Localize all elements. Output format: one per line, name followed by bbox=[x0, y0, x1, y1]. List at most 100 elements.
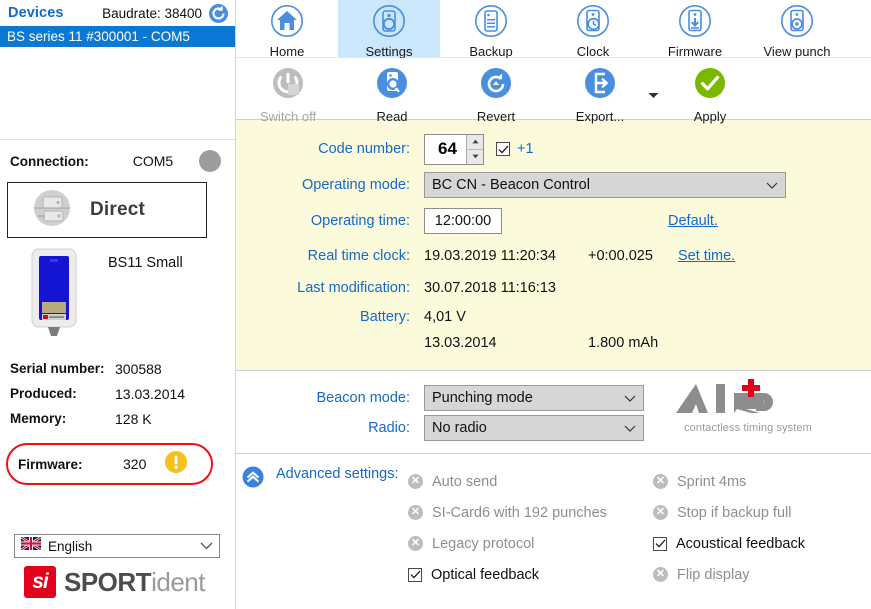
advanced-option-sprint-4ms[interactable]: ✕ Sprint 4ms bbox=[653, 466, 805, 497]
devices-sidebar: Devices Baudrate: 38400 BS series 11 #30… bbox=[0, 0, 236, 609]
code-number-increment[interactable] bbox=[467, 134, 483, 149]
beacon-panel: Beacon mode: Punching mode Radio: No rad… bbox=[236, 371, 871, 454]
real-time-clock-offset: +0:00.025 bbox=[588, 248, 653, 264]
advanced-settings-label: Advanced settings: bbox=[276, 466, 399, 482]
field-operating-time: Operating time: 12:00:00 Default. bbox=[236, 205, 871, 237]
disabled-x-icon: ✕ bbox=[408, 505, 423, 520]
action-switch-off-label: Switch off bbox=[259, 109, 317, 124]
chevron-down-icon bbox=[624, 390, 636, 406]
connection-row: Connection: COM5 bbox=[0, 140, 235, 176]
operating-mode-label: Operating mode: bbox=[301, 177, 410, 193]
action-export-label: Export... bbox=[575, 109, 625, 124]
direct-connection-button[interactable]: Direct bbox=[7, 182, 207, 238]
radio-select[interactable]: No radio bbox=[424, 415, 644, 441]
disabled-x-icon: ✕ bbox=[408, 536, 423, 551]
action-apply-label: Apply bbox=[693, 109, 727, 124]
checkbox-checked-icon[interactable] bbox=[653, 536, 667, 551]
primary-toolbar: Home Settings Backup Clock Firmware View… bbox=[236, 0, 871, 59]
wordmark-light: ident bbox=[151, 566, 205, 597]
advanced-column-right: ✕ Sprint 4ms ✕ Stop if backup full Acous… bbox=[653, 466, 805, 590]
advanced-option-auto-send[interactable]: ✕ Auto send bbox=[408, 466, 653, 497]
advanced-option-label: Flip display bbox=[677, 566, 750, 583]
advanced-option-optical-feedback[interactable]: Optical feedback bbox=[408, 559, 653, 590]
home-icon bbox=[270, 4, 304, 43]
firmware-version: 320 bbox=[123, 456, 147, 472]
action-switch-off[interactable]: Switch off bbox=[236, 58, 340, 124]
settings-station-icon bbox=[372, 4, 406, 43]
baudrate-label: Baudrate: 38400 bbox=[102, 5, 202, 21]
advanced-option-label: Legacy protocol bbox=[432, 535, 535, 552]
beacon-mode-value: Punching mode bbox=[432, 390, 533, 406]
plus-one-checkbox[interactable] bbox=[496, 142, 510, 156]
field-battery: Battery: 4,01 V bbox=[236, 304, 871, 330]
device-model-name: BS11 Small bbox=[108, 255, 183, 271]
toolbar-clock-label: Clock bbox=[576, 44, 610, 59]
set-time-link[interactable]: Set time. bbox=[678, 248, 735, 264]
wordmark-bold: SPORT bbox=[64, 566, 152, 597]
operating-time-input[interactable]: 12:00:00 bbox=[424, 208, 502, 234]
toolbar-firmware[interactable]: Firmware bbox=[644, 0, 746, 59]
export-dropdown-caret[interactable] bbox=[648, 86, 659, 104]
advanced-option-label: Optical feedback bbox=[431, 566, 540, 583]
device-list-item[interactable]: BS series 11 #300001 - COM5 bbox=[0, 26, 235, 47]
firmware-alert-box[interactable]: Firmware: 320 bbox=[6, 443, 213, 485]
device-preview-row: BS11 Small bbox=[0, 238, 235, 348]
action-export[interactable]: Export... bbox=[548, 58, 652, 124]
direct-connection-label: Direct bbox=[90, 199, 146, 220]
code-number-decrement[interactable] bbox=[467, 148, 483, 164]
si-logo-mark: si bbox=[24, 566, 56, 598]
advanced-option-label: Acoustical feedback bbox=[676, 535, 805, 552]
info-row-memory: Memory: 128 K bbox=[10, 406, 235, 431]
refresh-icon[interactable] bbox=[208, 3, 229, 24]
action-read[interactable]: Read bbox=[340, 58, 444, 124]
apply-check-icon bbox=[692, 65, 728, 106]
advanced-option-label: SI-Card6 with 192 punches bbox=[432, 504, 607, 521]
info-value: 300588 bbox=[115, 360, 162, 377]
air-logo-subtitle: contactless timing system bbox=[684, 422, 812, 434]
advanced-settings-columns: ✕ Auto send ✕ SI-Card6 with 192 punches … bbox=[408, 466, 871, 590]
field-battery-detail: 13.03.2014 1.800 mAh bbox=[236, 330, 871, 356]
advanced-option-acoustical-feedback[interactable]: Acoustical feedback bbox=[653, 528, 805, 559]
disabled-x-icon: ✕ bbox=[408, 474, 423, 489]
device-list-empty-area bbox=[0, 47, 235, 139]
code-number-stepper[interactable]: 64 bbox=[424, 133, 484, 165]
uk-flag-icon bbox=[20, 535, 42, 555]
toolbar-home-label: Home bbox=[269, 44, 305, 59]
advanced-option-flip-display[interactable]: ✕ Flip display bbox=[653, 559, 805, 590]
toolbar-clock[interactable]: Clock bbox=[542, 0, 644, 59]
connection-value: COM5 bbox=[132, 153, 174, 169]
advanced-option-sicard6[interactable]: ✕ SI-Card6 with 192 punches bbox=[408, 497, 653, 528]
action-revert[interactable]: Revert bbox=[444, 58, 548, 124]
real-time-clock-value: 19.03.2019 11:20:34 bbox=[424, 248, 556, 264]
field-last-modification: Last modification: 30.07.2018 11:16:13 bbox=[236, 272, 871, 304]
application-window: Devices Baudrate: 38400 BS series 11 #30… bbox=[0, 0, 871, 609]
advanced-option-label: Stop if backup full bbox=[677, 504, 792, 521]
toolbar-settings-label: Settings bbox=[365, 44, 413, 59]
code-number-value: 64 bbox=[438, 139, 457, 158]
toolbar-view-punch[interactable]: View punch bbox=[746, 0, 848, 59]
advanced-option-stop-if-backup-full[interactable]: ✕ Stop if backup full bbox=[653, 497, 805, 528]
checkbox-checked-icon[interactable] bbox=[408, 567, 422, 582]
chevron-up-circle-icon[interactable] bbox=[242, 466, 264, 488]
toolbar-backup[interactable]: Backup bbox=[440, 0, 542, 59]
station-settings-panel: Code number: 64 +1 Operating mode: BC CN… bbox=[236, 120, 871, 371]
main-content: Home Settings Backup Clock Firmware View… bbox=[236, 0, 871, 609]
toolbar-home[interactable]: Home bbox=[236, 0, 338, 59]
revert-icon bbox=[478, 65, 514, 106]
device-list-item-label: BS series 11 #300001 - COM5 bbox=[7, 29, 190, 44]
language-select[interactable]: English bbox=[14, 534, 220, 558]
chevron-down-icon bbox=[200, 537, 213, 555]
chevron-down-icon bbox=[766, 177, 778, 193]
backup-icon bbox=[474, 4, 508, 43]
operating-mode-select[interactable]: BC CN - Beacon Control bbox=[424, 172, 786, 198]
operating-time-default-link[interactable]: Default. bbox=[668, 213, 718, 229]
advanced-option-legacy-protocol[interactable]: ✕ Legacy protocol bbox=[408, 528, 653, 559]
beacon-mode-select[interactable]: Punching mode bbox=[424, 385, 644, 411]
battery-label: Battery: bbox=[360, 309, 410, 325]
action-apply[interactable]: Apply bbox=[658, 58, 762, 124]
read-icon bbox=[374, 65, 410, 106]
operating-time-label: Operating time: bbox=[310, 213, 410, 229]
toolbar-settings[interactable]: Settings bbox=[338, 0, 440, 59]
bs11-station-image bbox=[26, 247, 82, 348]
beacon-mode-label: Beacon mode: bbox=[316, 390, 410, 406]
